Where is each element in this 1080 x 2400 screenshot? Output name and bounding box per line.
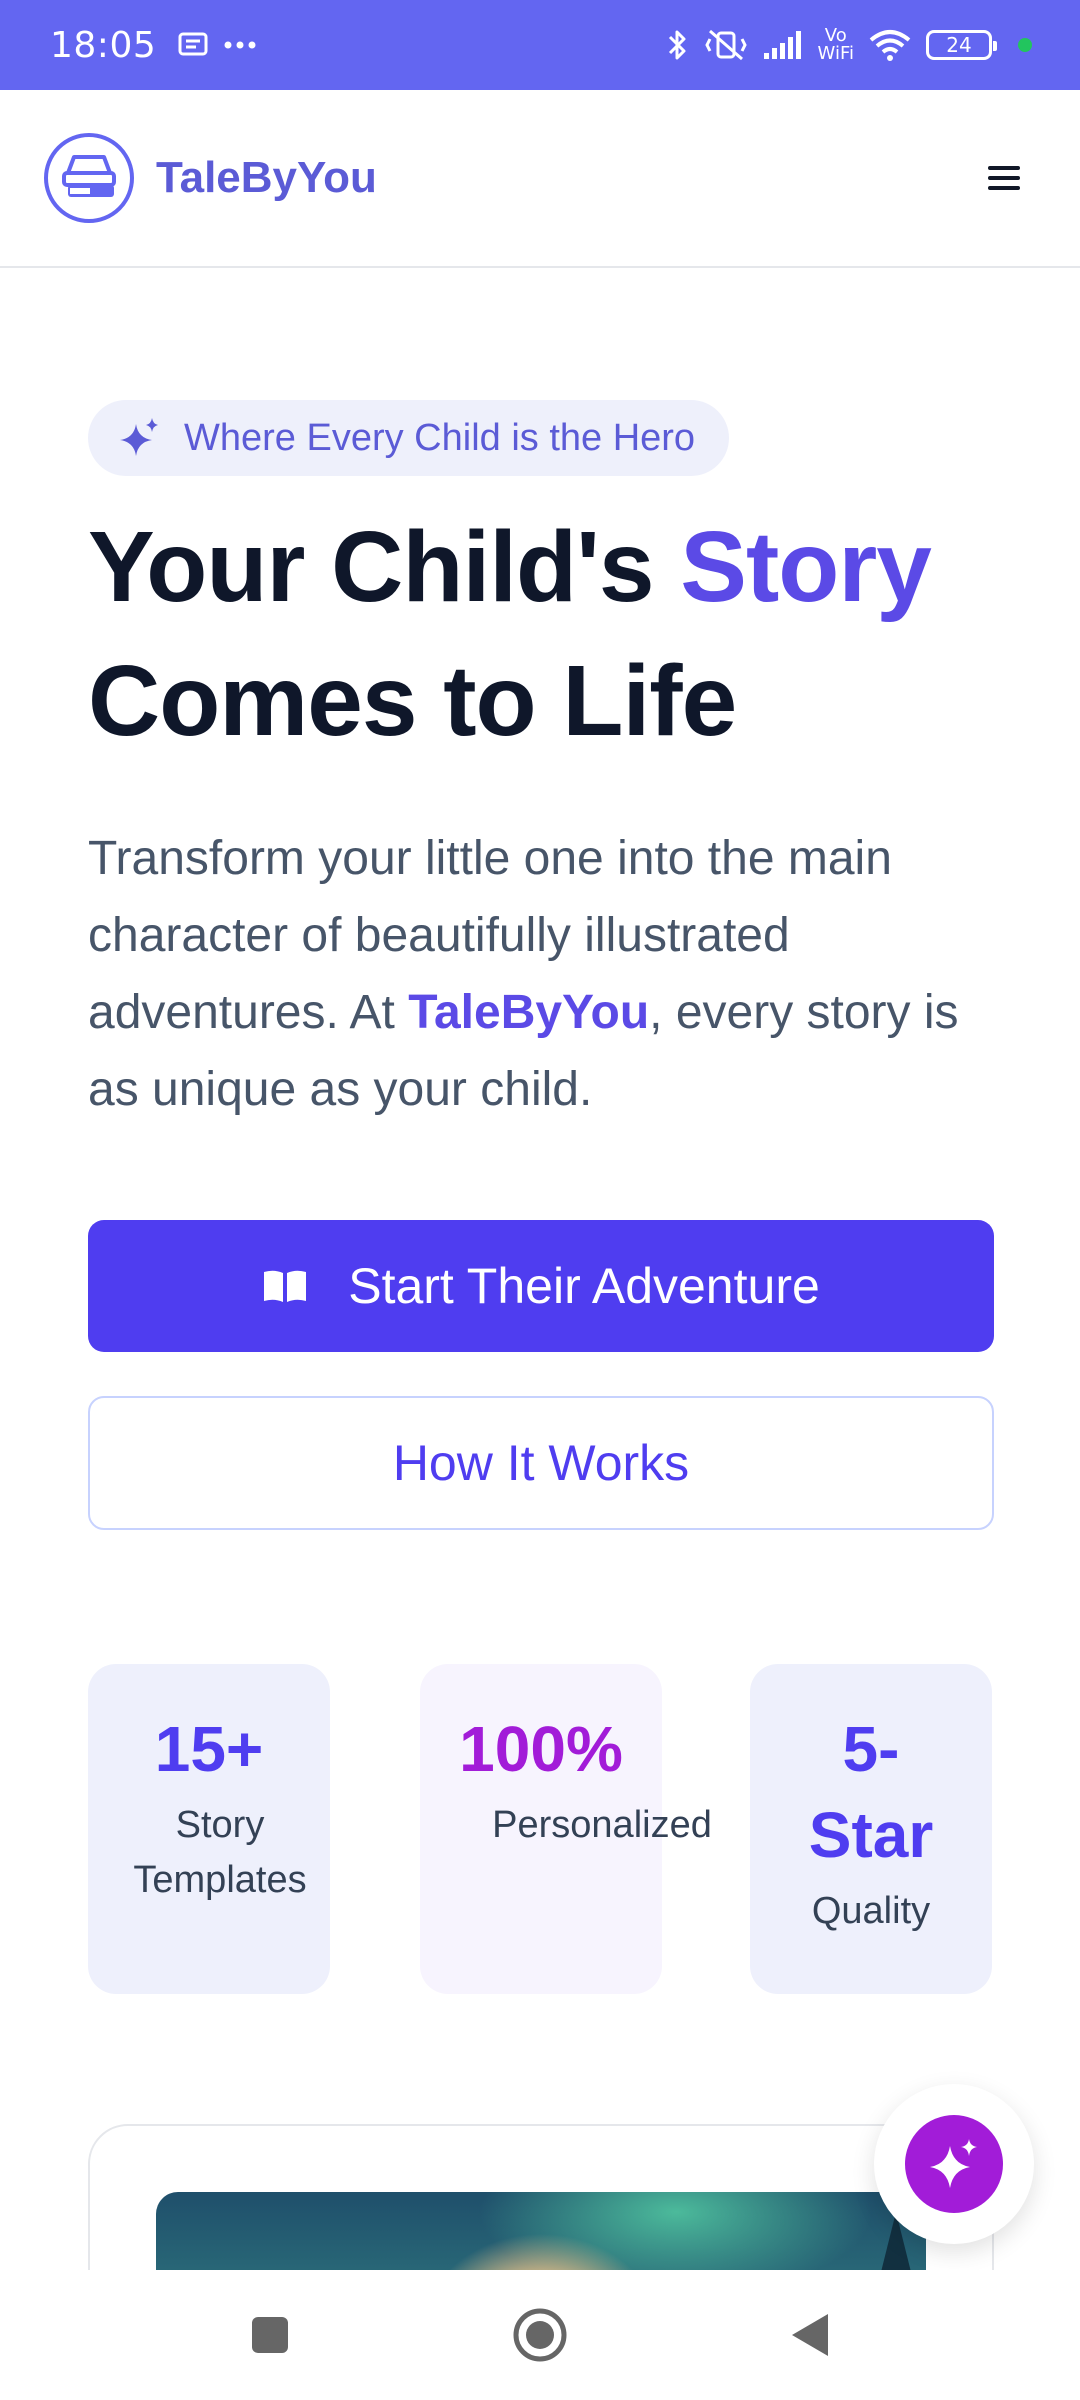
magic-fab[interactable] (874, 2084, 1034, 2244)
app-header: TaleByYou (0, 90, 1080, 268)
description-brand: TaleByYou (408, 986, 650, 1039)
system-nav-bar (0, 2270, 1080, 2400)
message-icon (178, 32, 208, 58)
stat-label: Quality (811, 1890, 931, 1932)
more-dots-icon (224, 40, 256, 50)
recents-square-icon (252, 2317, 288, 2353)
start-adventure-button[interactable]: Start Their Adventure (88, 1220, 994, 1352)
stat-label: Personalized (492, 1804, 712, 1846)
stat-card-templates: 15+ Story Templates (88, 1664, 330, 1994)
sparkles-icon (120, 418, 158, 456)
status-bar: 18:05 Vo WiFi 24 (0, 0, 1080, 90)
vowifi-bottom-label: WiFi (817, 43, 854, 64)
stat-card-quality: 5- Star Quality (750, 1664, 992, 1994)
bluetooth-icon (666, 27, 690, 63)
signal-icon (762, 29, 804, 61)
hero-title-accent: Story (680, 511, 932, 623)
hero-title-line2: Comes to Life (88, 645, 737, 757)
recents-button[interactable] (230, 2295, 310, 2375)
logo[interactable] (44, 133, 134, 223)
hero-description: Transform your little one into the main … (88, 820, 1008, 1128)
hero-title-part1: Your Child's (88, 500, 654, 634)
brand-name[interactable]: TaleByYou (156, 153, 377, 203)
hamburger-menu-icon (988, 166, 1020, 190)
vibrate-off-icon (704, 27, 748, 63)
vowifi-icon: Vo WiFi (818, 27, 854, 63)
back-triangle-icon (792, 2314, 828, 2356)
magic-fab-inner (905, 2115, 1003, 2213)
active-indicator-dot (1018, 38, 1032, 52)
battery-level: 24 (946, 33, 972, 57)
sparkles-icon (930, 2139, 977, 2188)
how-it-works-button[interactable]: How It Works (88, 1396, 994, 1530)
status-time: 18:05 (50, 24, 157, 66)
wifi-icon (868, 28, 912, 62)
stat-card-personalized: 100% Personalized (420, 1664, 712, 1994)
stat-value-line1: 5- (842, 1713, 900, 1785)
stat-value: 100% (459, 1713, 623, 1785)
how-it-works-label: How It Works (392, 1435, 690, 1491)
stat-label: Story Templates (133, 1804, 307, 1901)
open-book-icon (264, 1270, 307, 1302)
home-button[interactable] (500, 2295, 580, 2375)
book-stack-icon (62, 155, 116, 197)
battery-icon: 24 (926, 30, 997, 60)
home-circle-icon (513, 2308, 567, 2362)
stat-value: 15+ (154, 1713, 264, 1785)
hero-badge: Where Every Child is the Hero (88, 400, 730, 476)
stat-value: 5- Star (750, 1706, 992, 1878)
menu-button[interactable] (972, 146, 1036, 210)
hero-title: Your Child's Story Comes to Life (88, 500, 1048, 768)
stat-value-line2: Star (808, 1799, 934, 1871)
hero-badge-text: Where Every Child is the Hero (184, 416, 696, 459)
start-adventure-label: Start Their Adventure (348, 1258, 820, 1314)
back-button[interactable] (770, 2295, 850, 2375)
